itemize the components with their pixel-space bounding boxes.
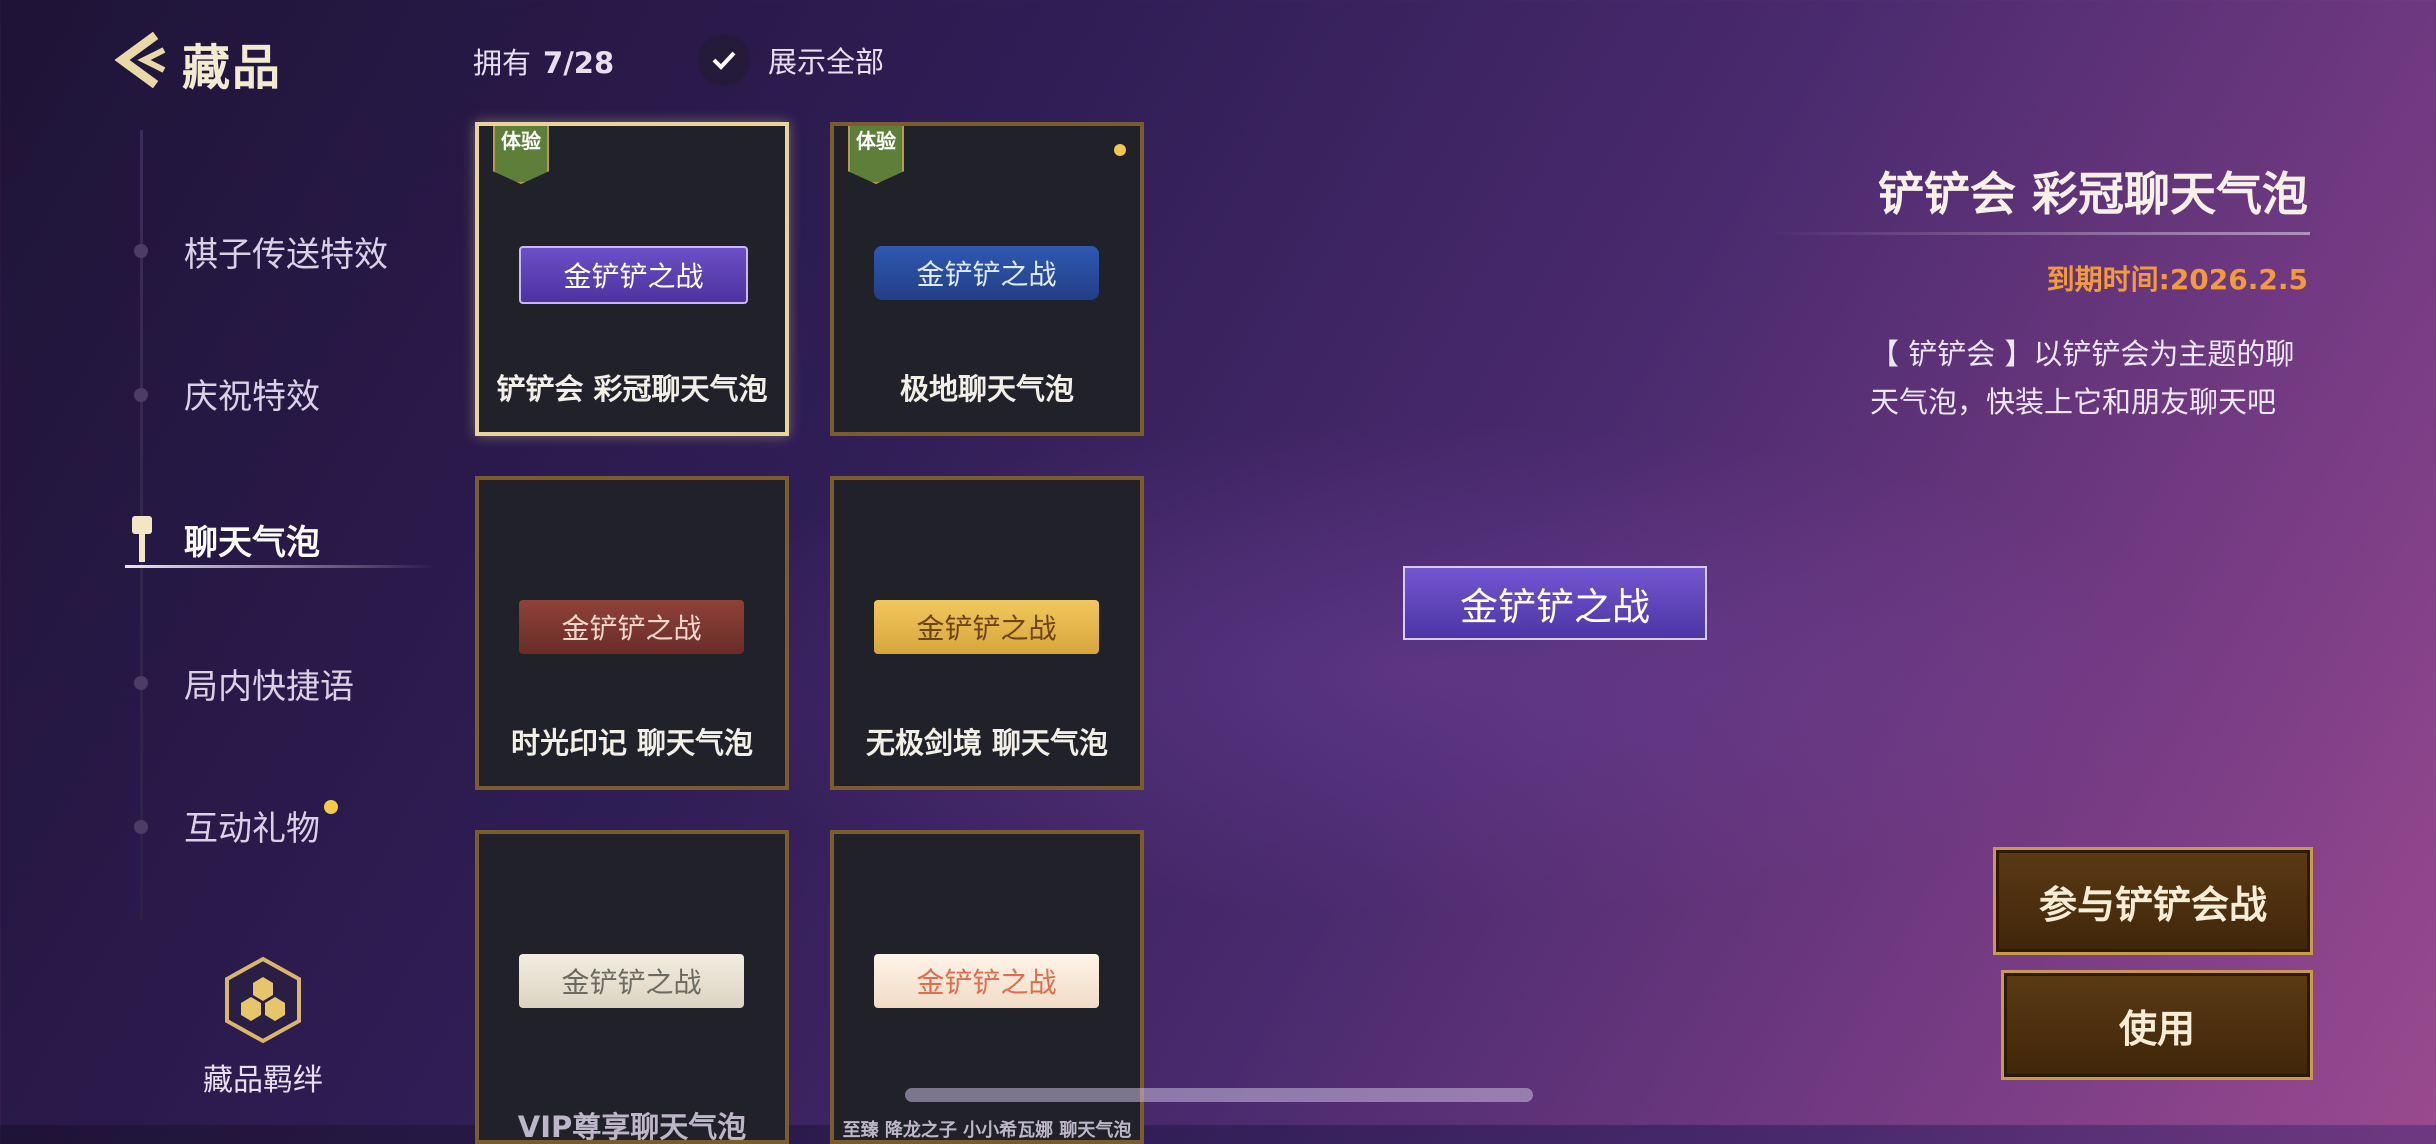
bubble-preview: 金铲铲之战 — [874, 954, 1099, 1008]
back-arrow-icon — [114, 31, 166, 89]
owned-value: 7/28 — [543, 46, 615, 80]
sidebar-item-interactive-gifts[interactable]: 互动礼物 — [118, 790, 320, 860]
hexagon-cluster-icon — [225, 956, 301, 1044]
home-indicator[interactable] — [905, 1088, 1533, 1102]
sidebar-item-quick-phrases[interactable]: 局内快捷语 — [118, 648, 354, 718]
card-name: VIP尊享聊天气泡 — [517, 1110, 747, 1144]
sidebar-item-celebration-effect[interactable]: 庆祝特效 — [118, 358, 320, 428]
use-button[interactable]: 使用 — [2001, 970, 2313, 1080]
detail-title: 铲铲会 彩冠聊天气泡 — [1877, 167, 2308, 221]
page-title: 藏品 — [182, 40, 283, 96]
bubble-preview: 金铲铲之战 — [519, 600, 744, 654]
trial-tag: 体验 — [848, 126, 904, 184]
sidebar-item-chat-bubble[interactable]: 聊天气泡 — [118, 504, 320, 574]
chat-bubble-card[interactable]: 体验 金铲铲之战 铲铲会 彩冠聊天气泡 — [475, 122, 789, 436]
sidebar-item-label: 互动礼物 — [184, 808, 320, 849]
notification-dot — [1114, 144, 1126, 156]
chat-bubble-card[interactable]: 金铲铲之战 无极剑境 聊天气泡 — [830, 476, 1144, 790]
show-all-toggle[interactable]: 展示全部 — [698, 32, 884, 88]
show-all-label: 展示全部 — [768, 45, 885, 79]
expire-time: 到期时间:2026.2.5 — [2046, 263, 2308, 296]
back-button[interactable] — [112, 31, 172, 89]
sidebar-item-label: 庆祝特效 — [184, 376, 320, 417]
join-event-button[interactable]: 参与铲铲会战 — [1993, 847, 2313, 955]
active-indicator — [125, 565, 435, 568]
sidebar-item-label: 局内快捷语 — [184, 666, 354, 707]
sidebar-item-piece-teleport-effect[interactable]: 棋子传送特效 — [118, 216, 388, 286]
bubble-large-preview: 金铲铲之战 — [1403, 566, 1707, 640]
sidebar-item-label: 聊天气泡 — [184, 522, 320, 563]
card-name: 极地聊天气泡 — [899, 372, 1074, 406]
notification-dot — [324, 800, 338, 814]
owned-count: 拥有 7/28 — [473, 40, 614, 82]
chat-bubble-card[interactable]: 金铲铲之战 VIP尊享聊天气泡 — [475, 830, 789, 1144]
bubble-preview: 金铲铲之战 — [519, 954, 744, 1008]
detail-divider — [1765, 232, 2310, 235]
sidebar-item-label: 棋子传送特效 — [184, 234, 388, 275]
card-name: 时光印记 聊天气泡 — [510, 726, 754, 760]
bubble-preview: 金铲铲之战 — [874, 600, 1099, 654]
owned-label: 拥有 — [473, 46, 532, 80]
detail-description: 【 铲铲会 】以铲铲会为主题的聊天气泡，快装上它和朋友聊天吧 — [1870, 337, 2295, 419]
card-name: 无极剑境 聊天气泡 — [865, 726, 1109, 760]
bubble-preview: 金铲铲之战 — [874, 246, 1099, 300]
card-name: 铲铲会 彩冠聊天气泡 — [496, 372, 768, 406]
bubble-preview: 金铲铲之战 — [519, 246, 748, 304]
chat-bubble-card[interactable]: 金铲铲之战 时光印记 聊天气泡 — [475, 476, 789, 790]
card-name: 至臻 降龙之子 小小希瓦娜 聊天气泡 — [842, 1120, 1132, 1141]
checkmark-icon — [698, 34, 750, 86]
collection-bond-button[interactable]: 藏品羁绊 — [198, 955, 328, 1099]
spatula-icon — [132, 516, 152, 562]
trial-tag: 体验 — [493, 126, 549, 184]
chat-bubble-card[interactable]: 体验 金铲铲之战 极地聊天气泡 — [830, 122, 1144, 436]
collection-bond-label: 藏品羁绊 — [203, 1063, 323, 1098]
